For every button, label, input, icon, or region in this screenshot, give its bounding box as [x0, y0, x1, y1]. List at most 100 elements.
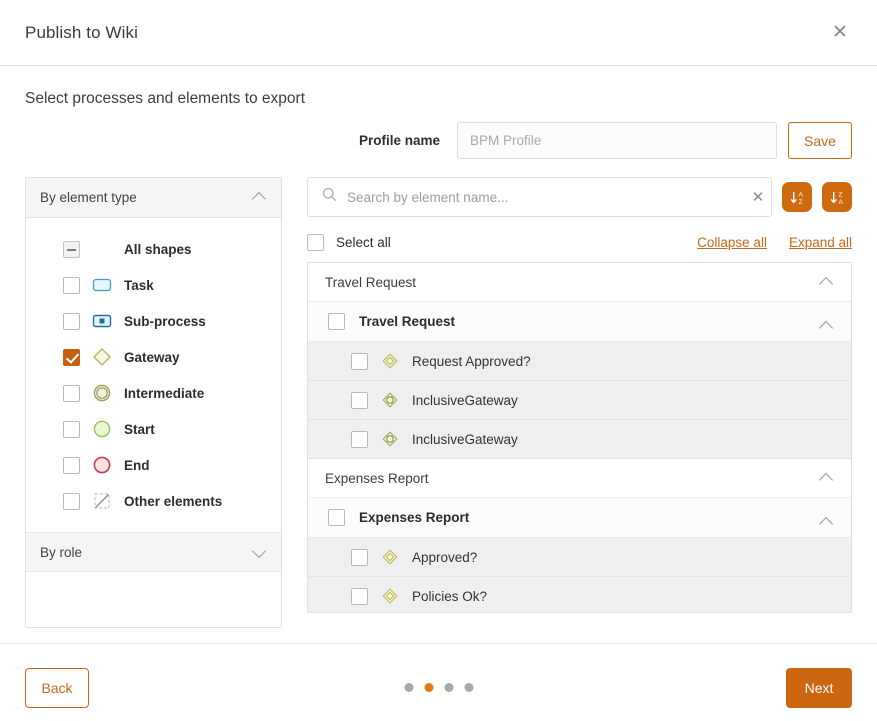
step-dot-3[interactable] [444, 683, 453, 692]
dialog-footer: Back Next [0, 643, 877, 721]
checkbox-gateway[interactable] [63, 348, 80, 366]
filter-item-task[interactable]: Task [26, 267, 281, 303]
inclusive-gateway-icon [380, 390, 400, 410]
clear-icon[interactable]: ✕ [745, 178, 771, 216]
chevron-up-icon [820, 474, 834, 483]
filter-item-other-elements[interactable]: Other elements [26, 483, 281, 519]
content-columns: By element type All shapes Task Sub-proc… [25, 177, 852, 628]
checkbox-process[interactable] [328, 509, 345, 526]
tree-group-header[interactable]: Expenses Report [308, 459, 851, 498]
list-toolbar: Select all Collapse all Expand all [307, 234, 852, 251]
checkbox-process[interactable] [328, 313, 345, 330]
filter-label: Task [124, 277, 154, 293]
checkbox-element[interactable] [351, 548, 368, 566]
sort-descending-button[interactable]: Z A [822, 182, 852, 212]
complex-gateway-icon [380, 547, 400, 567]
tree-group-header[interactable]: Travel Request [308, 263, 851, 302]
start-event-icon [92, 419, 112, 439]
search-row: ✕ A Z Z [307, 177, 852, 217]
step-dot-2[interactable] [424, 683, 433, 692]
gateway-icon [92, 347, 112, 367]
next-button[interactable]: Next [786, 667, 852, 708]
tree-element-row[interactable]: InclusiveGateway [308, 420, 851, 459]
sort-ascending-button[interactable]: A Z [782, 182, 812, 212]
select-all-label: Select all [336, 235, 391, 250]
filter-panel-filler [26, 572, 281, 627]
checkbox-select-all[interactable] [307, 234, 324, 251]
checkbox-intermediate[interactable] [63, 384, 80, 402]
select-all-control[interactable]: Select all [307, 234, 391, 251]
element-list-panel: ✕ A Z Z [307, 177, 852, 613]
filter-label: Other elements [124, 493, 223, 509]
checkbox-element[interactable] [351, 430, 368, 448]
checkbox-end[interactable] [63, 456, 80, 474]
dialog-body: Select processes and elements to export … [0, 66, 877, 628]
accordion-by-role-label: By role [40, 544, 83, 560]
tree-element-label: InclusiveGateway [412, 431, 518, 447]
checkbox-start[interactable] [63, 420, 80, 438]
tree-element-row[interactable]: InclusiveGateway [308, 381, 851, 420]
filter-item-start[interactable]: Start [26, 411, 281, 447]
filter-label: Sub-process [124, 313, 206, 329]
filter-item-sub-process[interactable]: Sub-process [26, 303, 281, 339]
tree-element-label: InclusiveGateway [412, 392, 518, 408]
step-indicator [404, 683, 473, 692]
filter-item-intermediate[interactable]: Intermediate [26, 375, 281, 411]
complex-gateway-icon [380, 586, 400, 606]
checkbox-element[interactable] [351, 587, 368, 605]
checkbox-element[interactable] [351, 391, 368, 409]
filter-item-gateway[interactable]: Gateway [26, 339, 281, 375]
filter-item-end[interactable]: End [26, 447, 281, 483]
expand-all-link[interactable]: Expand all [789, 235, 852, 250]
list-links: Collapse all Expand all [697, 235, 852, 250]
accordion-by-element-type[interactable]: By element type [26, 178, 281, 218]
tree-process-row[interactable]: Expenses Report [308, 498, 851, 538]
checkbox-element[interactable] [351, 352, 368, 370]
element-tree[interactable]: Travel Request Travel Request Request Ap… [307, 262, 852, 613]
step-dot-4[interactable] [464, 683, 473, 692]
checkbox-task[interactable] [63, 276, 80, 294]
checkbox-other-elements[interactable] [63, 492, 80, 510]
svg-text:Z: Z [838, 191, 842, 198]
accordion-by-role[interactable]: By role [26, 532, 281, 572]
tree-element-row[interactable]: Request Approved? [308, 342, 851, 381]
collapse-all-link[interactable]: Collapse all [697, 235, 767, 250]
tree-group-label: Expenses Report [325, 470, 429, 486]
filter-panel: By element type All shapes Task Sub-proc… [25, 177, 282, 628]
close-icon[interactable]: ✕ [827, 20, 853, 46]
intermediate-event-icon [92, 383, 112, 403]
filter-label: Start [124, 421, 155, 437]
search-input[interactable] [337, 189, 745, 205]
tree-process-row[interactable]: Travel Request [308, 302, 851, 342]
search-field: ✕ [307, 177, 772, 217]
filter-label: End [124, 457, 150, 473]
profile-name-label: Profile name [358, 133, 440, 148]
tree-group-label: Travel Request [325, 274, 417, 290]
element-type-list: All shapes Task Sub-process Gateway Inte… [26, 218, 281, 532]
filter-item-all-shapes[interactable]: All shapes [26, 231, 281, 267]
profile-name-input[interactable] [457, 122, 777, 159]
svg-text:A: A [838, 199, 843, 206]
back-button[interactable]: Back [25, 667, 89, 708]
filter-label: Gateway [124, 349, 180, 365]
task-icon [92, 275, 112, 295]
save-button[interactable]: Save [788, 122, 852, 159]
step-dot-1[interactable] [404, 683, 413, 692]
tree-element-label: Request Approved? [412, 353, 531, 369]
sort-za-icon: Z A [830, 191, 843, 206]
search-icon [322, 187, 337, 207]
tree-element-row[interactable]: Approved? [308, 538, 851, 577]
chevron-down-icon [253, 548, 267, 557]
profile-name-row: Profile name Save [25, 122, 852, 159]
svg-text:Z: Z [798, 199, 802, 206]
accordion-by-element-type-label: By element type [40, 190, 137, 205]
chevron-up-icon [820, 518, 834, 527]
spacer-glyph [92, 239, 112, 259]
checkbox-sub-process[interactable] [63, 312, 80, 330]
sort-az-icon: A Z [790, 191, 803, 206]
subprocess-icon [92, 311, 112, 331]
dialog-header: Publish to Wiki ✕ [0, 0, 877, 66]
tree-element-row[interactable]: Policies Ok? [308, 577, 851, 612]
inclusive-gateway-icon [380, 429, 400, 449]
checkbox-all-shapes[interactable] [63, 240, 80, 258]
